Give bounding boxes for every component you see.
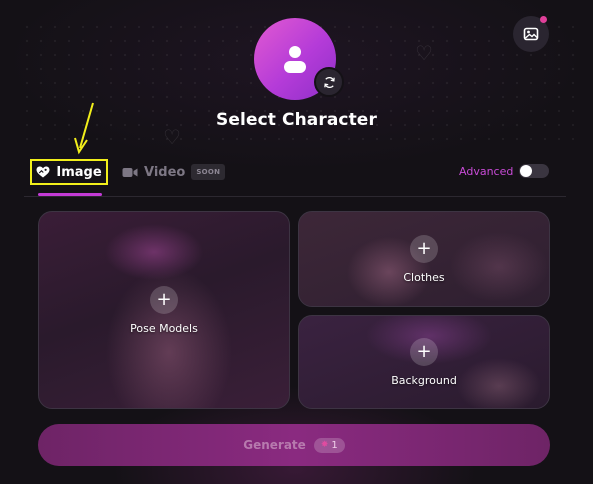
- background-label: Background: [391, 373, 457, 387]
- generate-label: Generate: [243, 438, 306, 452]
- tabs-divider: [24, 196, 566, 197]
- pose-models-card[interactable]: + Pose Models: [38, 211, 290, 409]
- gallery-icon: [523, 27, 539, 41]
- clothes-label: Clothes: [403, 270, 445, 284]
- advanced-toggle[interactable]: [519, 164, 550, 178]
- plus-icon: +: [410, 337, 438, 366]
- tab-video-label: Video: [144, 164, 186, 180]
- tab-image[interactable]: Image: [30, 159, 108, 185]
- user-icon: [284, 46, 306, 73]
- soon-badge: SOON: [191, 164, 226, 180]
- plus-icon: +: [410, 234, 438, 263]
- heart-image-icon: [36, 166, 50, 178]
- pose-models-label: Pose Models: [130, 321, 198, 335]
- tab-video[interactable]: Video SOON: [122, 162, 226, 182]
- video-camera-icon: [122, 167, 138, 177]
- decorative-heart-icon: ♡: [163, 125, 181, 149]
- advanced-toggle-group: Advanced: [459, 164, 550, 178]
- clothes-card[interactable]: + Clothes: [298, 211, 550, 307]
- tab-image-label: Image: [56, 164, 102, 180]
- plus-icon: +: [150, 285, 178, 314]
- toggle-knob: [520, 165, 533, 177]
- cost-value: 1: [331, 439, 338, 451]
- refresh-icon: [323, 76, 335, 88]
- background-card[interactable]: + Background: [298, 315, 550, 409]
- cost-badge: ✸ 1: [313, 437, 345, 453]
- gem-icon: ✸: [320, 440, 329, 450]
- decorative-heart-icon: ♡: [415, 41, 433, 65]
- advanced-label: Advanced: [459, 164, 514, 178]
- notification-dot: [540, 16, 547, 23]
- swap-character-button[interactable]: [314, 67, 344, 97]
- annotation-arrow: [74, 102, 94, 155]
- generate-button[interactable]: Generate ✸ 1: [38, 424, 550, 466]
